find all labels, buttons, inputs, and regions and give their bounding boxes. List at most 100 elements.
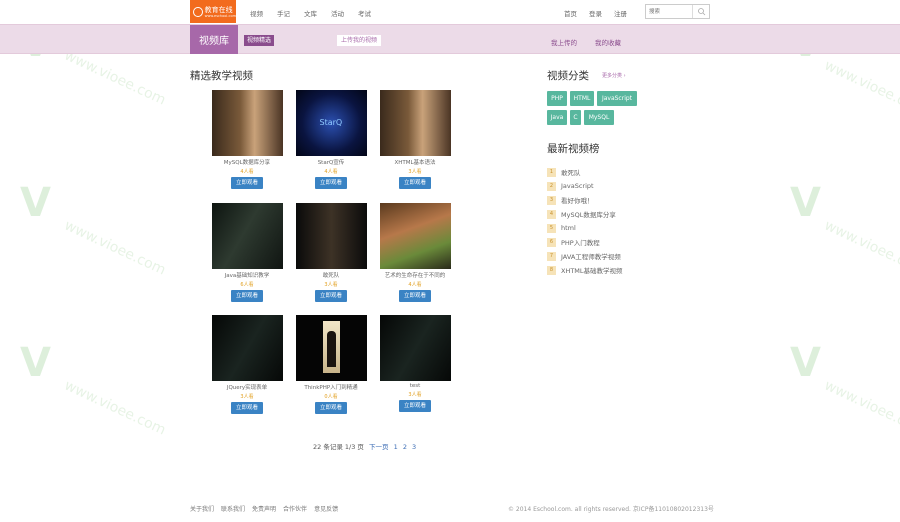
category-tag[interactable]: HTML	[570, 91, 594, 106]
video-thumbnail[interactable]	[211, 203, 283, 269]
video-views: 3人看	[324, 282, 338, 288]
video-thumbnail[interactable]	[379, 315, 451, 381]
category-title: 视频分类	[547, 70, 589, 82]
category-tag[interactable]: Java	[547, 110, 567, 125]
video-title[interactable]: MySQL数据库分享	[210, 158, 284, 166]
list-item[interactable]: 8 XHTML基础教学视频	[547, 263, 623, 277]
register-link[interactable]: 注册	[614, 8, 627, 18]
video-title[interactable]: Java基础知识教学	[210, 271, 284, 279]
video-thumbnail[interactable]	[379, 90, 451, 156]
logo-subtext: www.eschool.com	[204, 13, 236, 18]
video-thumbnail[interactable]	[295, 203, 367, 269]
search-button[interactable]	[692, 5, 709, 18]
watch-button[interactable]: 立即观看	[315, 402, 347, 414]
video-thumbnail[interactable]: StarQ	[295, 90, 367, 156]
nav-library[interactable]: 文库	[304, 8, 317, 18]
partners-link[interactable]: 合作伙伴	[283, 504, 307, 513]
video-views: 6人看	[240, 282, 254, 288]
video-title[interactable]: StarQ宣传	[294, 158, 368, 166]
watermark-text: www.vioee.com	[61, 217, 169, 279]
video-views: 3人看	[240, 394, 254, 400]
my-uploads-link[interactable]: 我上传的	[551, 37, 577, 47]
video-card: JQuery实现表单 3人看 立即观看	[210, 315, 284, 414]
rank-title-text: PHP入门教程	[561, 239, 600, 247]
video-card: StarQ StarQ宣传 4人看 立即观看	[294, 90, 368, 189]
rank-title-text: MySQL数据库分享	[561, 211, 616, 219]
video-title[interactable]: 敢死队	[294, 271, 368, 279]
feedback-link[interactable]: 意见反馈	[314, 504, 338, 513]
watermark: V	[790, 180, 821, 226]
login-link[interactable]: 登录	[589, 8, 602, 18]
watermark-text: www.vioee.com	[61, 377, 169, 439]
nav-video[interactable]: 视频	[250, 8, 263, 18]
video-title[interactable]: ThinkPHP入门到精通	[294, 383, 368, 391]
video-card: XHTML基本语法 3人看 立即观看	[378, 90, 452, 189]
watch-button[interactable]: 立即观看	[399, 400, 431, 412]
rank-badge: 1	[547, 167, 556, 177]
nav-events[interactable]: 活动	[331, 8, 344, 18]
more-categories-link[interactable]: 更多分类 ›	[602, 72, 626, 79]
section-band: 视频库 视频精选 上传我的视频 我上传的 我的收藏	[0, 24, 900, 54]
video-card: 敢死队 3人看 立即观看	[294, 203, 368, 302]
list-item[interactable]: 1 敢死队	[547, 165, 623, 179]
list-item[interactable]: 7 JAVA工程师教学视频	[547, 249, 623, 263]
rank-badge: 6	[547, 237, 556, 247]
page-link[interactable]: 3	[412, 443, 416, 451]
list-item[interactable]: 4 MySQL数据库分享	[547, 207, 623, 221]
rank-badge: 2	[547, 181, 556, 191]
my-favorites-link[interactable]: 我的收藏	[595, 37, 621, 47]
user-nav: 首页 登录 注册	[564, 8, 639, 18]
rank-title-text: html	[561, 224, 576, 232]
watch-button[interactable]: 立即观看	[399, 290, 431, 302]
watch-button[interactable]: 立即观看	[315, 177, 347, 189]
watermark-text: www.vioee.com	[821, 377, 900, 439]
watch-button[interactable]: 立即观看	[315, 290, 347, 302]
watch-button[interactable]: 立即观看	[231, 177, 263, 189]
video-card: 艺术的生命存在于不同的 4人看 立即观看	[378, 203, 452, 302]
next-page-link[interactable]: 下一页	[369, 443, 389, 451]
category-tag[interactable]: JavaScript	[597, 91, 637, 106]
video-views: 0人看	[324, 394, 338, 400]
video-card: test 3人看 立即观看	[378, 315, 452, 412]
featured-tab[interactable]: 视频精选	[244, 35, 275, 46]
video-title[interactable]: 艺术的生命存在于不同的	[378, 271, 452, 279]
page-link[interactable]: 2	[403, 443, 407, 451]
logo-text: 教育在线	[204, 5, 233, 14]
category-tag[interactable]: PHP	[547, 91, 567, 106]
disclaimer-link[interactable]: 免责声明	[252, 504, 276, 513]
home-link[interactable]: 首页	[564, 8, 577, 18]
watch-button[interactable]: 立即观看	[399, 177, 431, 189]
category-tag[interactable]: C	[570, 110, 581, 125]
nav-notes[interactable]: 手记	[277, 8, 290, 18]
list-item[interactable]: 5 html	[547, 221, 623, 235]
rank-title-text: JavaScript	[561, 182, 594, 190]
pagination-summary: 22 条记录 1/3 页	[313, 443, 364, 451]
watch-button[interactable]: 立即观看	[231, 402, 263, 414]
rank-title-text: JAVA工程师教学视频	[561, 253, 621, 261]
page-link[interactable]: 1	[394, 443, 398, 451]
list-item[interactable]: 3 看好你哦！	[547, 193, 623, 207]
site-logo[interactable]: 教育在线 www.eschool.com	[190, 0, 236, 23]
video-thumbnail[interactable]	[211, 315, 283, 381]
list-item[interactable]: 2 JavaScript	[547, 179, 623, 193]
watermark: V	[20, 340, 51, 386]
video-title[interactable]: JQuery实现表单	[210, 383, 284, 391]
video-title[interactable]: XHTML基本语法	[378, 158, 452, 166]
video-views: 4人看	[408, 282, 422, 288]
video-thumbnail[interactable]	[295, 315, 367, 381]
contact-link[interactable]: 联系我们	[221, 504, 245, 513]
list-item[interactable]: 6 PHP入门教程	[547, 235, 623, 249]
rank-badge: 3	[547, 195, 556, 205]
upload-video-button[interactable]: 上传我的视频	[337, 35, 382, 46]
nav-exam[interactable]: 考试	[358, 8, 371, 18]
video-views: 3人看	[408, 169, 422, 175]
rank-title-text: 看好你哦！	[561, 197, 594, 205]
video-thumbnail[interactable]	[379, 203, 451, 269]
about-link[interactable]: 关于我们	[190, 504, 214, 513]
video-thumbnail[interactable]	[211, 90, 283, 156]
search-input[interactable]	[646, 5, 692, 18]
video-title[interactable]: test	[378, 383, 452, 389]
watch-button[interactable]: 立即观看	[231, 290, 263, 302]
category-tag[interactable]: MySQL	[584, 110, 614, 125]
pagination: 22 条记录 1/3 页 下一页 1 2 3	[313, 441, 419, 451]
